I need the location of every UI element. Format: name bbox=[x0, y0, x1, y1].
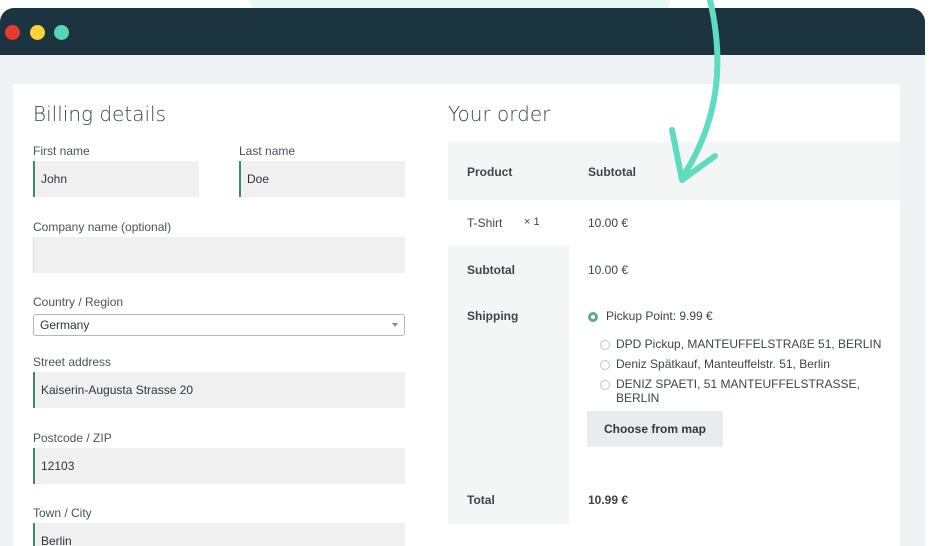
first-name-field[interactable]: John bbox=[33, 161, 199, 197]
country-select[interactable]: Germany bbox=[33, 314, 405, 336]
subtotal-label: Subtotal bbox=[467, 263, 515, 277]
curved-arrow-icon bbox=[669, 0, 721, 183]
last-name-label: Last name bbox=[239, 144, 296, 158]
product-column-header: Product bbox=[467, 165, 513, 179]
shipping-option-2[interactable]: DPD Pickup, MANTEUFFELSTRAßE 51, BERLIN bbox=[616, 337, 881, 351]
country-label: Country / Region bbox=[33, 295, 124, 309]
checkout-page: Billing details First name John Last nam… bbox=[13, 84, 900, 546]
shipping-option-4[interactable]: DENIZ SPAETI, 51 MANTEUFFELSTRASSE, BERL… bbox=[616, 377, 900, 405]
subtotal-value: 10.00 € bbox=[588, 263, 629, 277]
maximize-dot[interactable] bbox=[54, 25, 69, 40]
street-label: Street address bbox=[33, 355, 112, 369]
minimize-dot[interactable] bbox=[30, 25, 45, 40]
total-label: Total bbox=[467, 493, 495, 507]
browser-window: Billing details First name John Last nam… bbox=[0, 8, 925, 546]
dropdown-caret-icon bbox=[392, 323, 398, 327]
shipping-option-radio-2[interactable] bbox=[600, 340, 610, 350]
last-name-field[interactable]: Doe bbox=[239, 161, 405, 197]
postcode-label: Postcode / ZIP bbox=[33, 431, 112, 445]
city-label: Town / City bbox=[33, 506, 92, 520]
choose-from-map-button[interactable]: Choose from map bbox=[587, 411, 723, 447]
item-quantity: × 1 bbox=[524, 216, 540, 228]
street-field[interactable]: Kaiserin-Augusta Strasse 20 bbox=[33, 372, 405, 408]
company-label: Company name (optional) bbox=[33, 220, 172, 234]
total-value: 10.99 € bbox=[588, 493, 629, 507]
subtotal-column-header: Subtotal bbox=[588, 165, 636, 179]
order-title: Your order bbox=[448, 102, 551, 126]
shipping-option-3[interactable]: Deniz Spätkauf, Manteuffelstr. 51, Berli… bbox=[616, 357, 830, 371]
window-titlebar bbox=[0, 8, 925, 55]
shipping-option-radio-3[interactable] bbox=[600, 360, 610, 370]
item-price: 10.00 € bbox=[588, 216, 629, 230]
order-item-row bbox=[448, 200, 900, 246]
city-field[interactable]: Berlin bbox=[33, 523, 405, 546]
order-label-column bbox=[448, 246, 569, 524]
shipping-option-radio-1[interactable] bbox=[588, 312, 598, 322]
first-name-label: First name bbox=[33, 144, 90, 158]
postcode-field[interactable]: 12103 bbox=[33, 448, 405, 484]
shipping-label: Shipping bbox=[467, 309, 519, 323]
country-value: Germany bbox=[40, 318, 90, 332]
shipping-option-radio-4[interactable] bbox=[600, 380, 610, 390]
shipping-option-1[interactable]: Pickup Point: 9.99 € bbox=[606, 309, 713, 323]
item-name: T-Shirt bbox=[467, 216, 503, 230]
company-field[interactable] bbox=[33, 237, 405, 273]
billing-title: Billing details bbox=[33, 102, 166, 126]
close-dot[interactable] bbox=[5, 25, 20, 40]
